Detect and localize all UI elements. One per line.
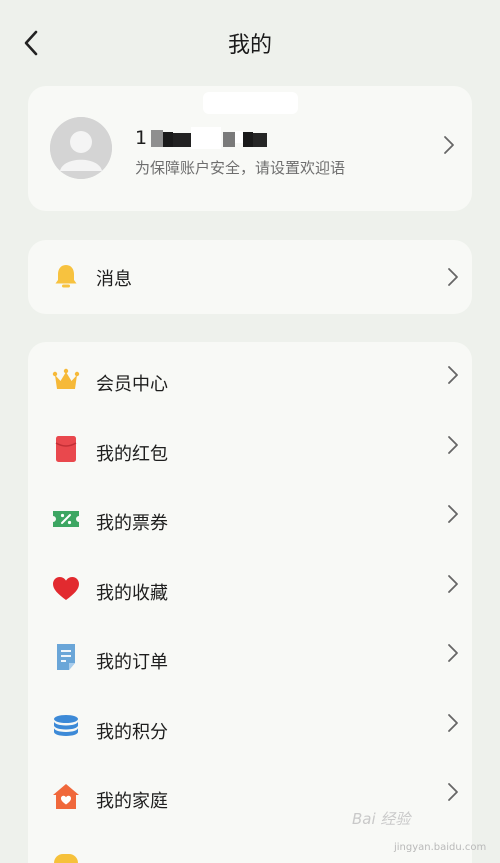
message-label: 消息 xyxy=(96,269,132,290)
chevron-right-icon xyxy=(448,505,458,523)
home-icon xyxy=(53,784,79,809)
chevron-right-icon xyxy=(444,136,454,154)
top-bar: 我的 xyxy=(0,0,500,88)
watermark: Bai 经验 xyxy=(352,810,411,828)
heart-icon xyxy=(53,577,79,600)
ticket-icon xyxy=(53,511,79,527)
menu-item-label: 我的订单 xyxy=(96,652,168,673)
menu-item-points[interactable]: 我的积分 xyxy=(28,694,472,763)
watermark-url: jingyan.baidu.com xyxy=(394,842,487,853)
chevron-right-icon xyxy=(448,644,458,662)
red-packet-icon xyxy=(55,436,77,462)
page-title: 我的 xyxy=(227,33,272,58)
menu-item-partial-icon xyxy=(54,854,78,863)
menu-item-member-center[interactable]: 会员中心 xyxy=(28,346,472,415)
redaction-mask xyxy=(203,92,298,114)
chevron-right-icon xyxy=(448,366,458,384)
menu-item-favorites[interactable]: 我的收藏 xyxy=(28,555,472,624)
profile-phone-visible: 1 xyxy=(135,127,149,149)
menu-item-label: 我的红包 xyxy=(96,444,168,465)
bell-icon xyxy=(55,265,77,288)
redaction-mask xyxy=(235,131,243,143)
crown-icon xyxy=(52,368,80,389)
default-avatar-icon[interactable] xyxy=(50,117,112,179)
redaction-mask xyxy=(151,130,163,147)
menu-item-label: 我的家庭 xyxy=(96,791,168,812)
menu-item-tickets[interactable]: 我的票券 xyxy=(28,485,472,554)
chevron-right-icon xyxy=(448,436,458,454)
redaction-mask xyxy=(243,132,253,147)
menu-item-red-packet[interactable]: 我的红包 xyxy=(28,416,472,485)
redaction-mask xyxy=(223,132,235,147)
points-stack-icon xyxy=(54,715,78,736)
redaction-mask xyxy=(163,132,173,147)
menu-item-label: 会员中心 xyxy=(96,374,168,395)
menu-item-label: 我的收藏 xyxy=(96,583,168,604)
profile-subtitle: 为保障账户安全，请设置欢迎语 xyxy=(135,159,346,177)
redaction-mask xyxy=(253,133,267,147)
chevron-right-icon xyxy=(448,714,458,732)
chevron-right-icon xyxy=(448,575,458,593)
redaction-mask xyxy=(173,133,191,147)
menu-item-label: 我的票券 xyxy=(96,513,168,534)
profile-phone: 1 xyxy=(135,127,275,151)
order-document-icon xyxy=(57,644,75,670)
profile-card[interactable]: 1 为保障账户安全，请设置欢迎语 xyxy=(28,86,472,211)
menu-item-label: 我的积分 xyxy=(96,722,168,743)
chevron-right-icon xyxy=(448,783,458,801)
message-card[interactable]: 消息 xyxy=(28,240,472,314)
chevron-right-icon xyxy=(448,268,458,286)
menu-item-orders[interactable]: 我的订单 xyxy=(28,624,472,693)
menu-list-card: 会员中心 我的红包 我的票券 我的收藏 我的订单 我的积分 我的家庭 xyxy=(28,342,472,863)
redaction-mask xyxy=(191,127,221,149)
